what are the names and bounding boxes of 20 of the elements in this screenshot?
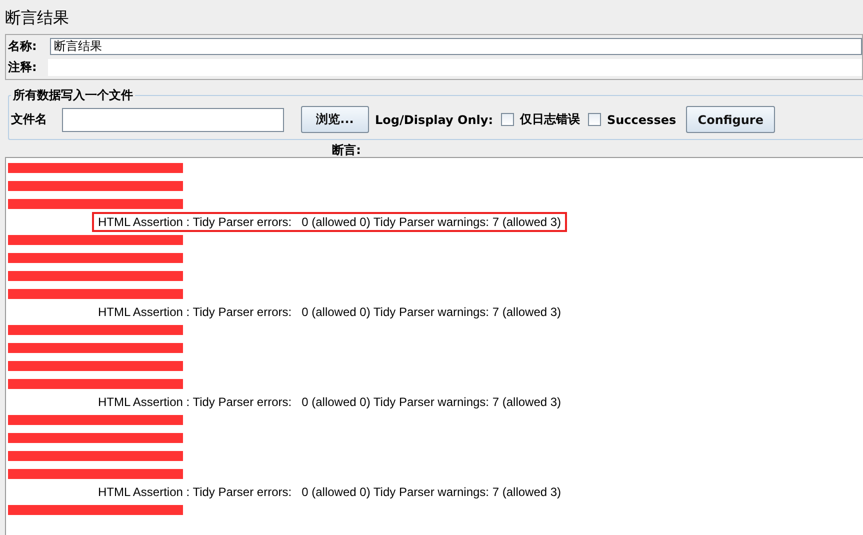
- checkbox-label[interactable]: 仅日志错误: [520, 111, 580, 128]
- assertion-message[interactable]: HTML Assertion : Tidy Parser errors: 0 (allowed 0) Tidy Parser warnings: 7 (allowed 3): [92, 212, 568, 232]
- panel-title: 断言结果: [5, 7, 69, 29]
- configure-button[interactable]: Configure: [686, 106, 776, 133]
- log-display-label: Log/Display Only:: [375, 112, 493, 126]
- comment-input-field[interactable]: [48, 59, 862, 76]
- file-name-input-field[interactable]: [62, 108, 284, 132]
- assertion-message[interactable]: HTML Assertion : Tidy Parser errors: 0 (allowed 0) Tidy Parser warnings: 7 (allowed 3): [92, 392, 568, 412]
- assertion-message[interactable]: HTML Assertion : Tidy Parser errors: 0 (allowed 0) Tidy Parser warnings: 7 (allowed 3): [92, 482, 568, 502]
- checkbox[interactable]: [588, 113, 601, 126]
- assertion-message[interactable]: HTML Assertion : Tidy Parser errors: 0 (allowed 0) Tidy Parser warnings: 7 (allowed 3): [92, 302, 568, 322]
- name-label: 名称:: [6, 38, 38, 55]
- file-name-label: 文件名: [11, 111, 47, 128]
- name-input-field[interactable]: 断言结果: [50, 38, 862, 55]
- browse-button[interactable]: 浏览...: [301, 106, 369, 133]
- checkbox[interactable]: [501, 113, 514, 126]
- group-legend: 所有数据写入一个文件: [11, 87, 135, 104]
- comment-label: 注释:: [7, 59, 38, 76]
- column-header: 断言:: [332, 143, 361, 157]
- checkbox-label[interactable]: Successes: [607, 112, 676, 126]
